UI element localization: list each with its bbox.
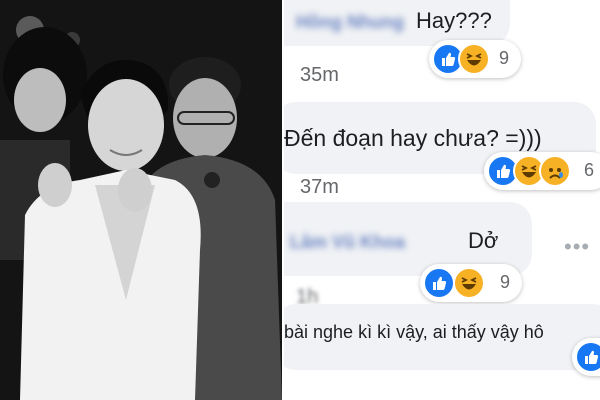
photo <box>0 0 282 400</box>
like-icon <box>575 341 600 373</box>
like-icon <box>423 267 455 299</box>
more-options-icon[interactable]: ••• <box>564 234 590 260</box>
photo-illustration <box>0 0 282 400</box>
comment-author[interactable]: Hồng Nhung <box>296 12 404 33</box>
reaction-count: 9 <box>499 48 510 68</box>
comment-text: Dở <box>468 228 499 253</box>
comment-text: Hay??? <box>416 8 492 33</box>
comment-text: Đến đoạn hay chưa? =))) <box>284 125 542 151</box>
comment-text: bài nghe kì kì vậy, ai thấy vậy hô <box>284 322 544 342</box>
haha-icon <box>458 43 490 75</box>
reaction-summary[interactable]: 6 <box>484 152 600 190</box>
comment-thread: Hồng Nhung Hay??? 35m 9 Đến đoạn hay chư… <box>284 0 600 400</box>
reaction-summary[interactable]: 9 <box>429 40 521 78</box>
comment-time: 35m <box>300 64 339 86</box>
haha-icon <box>453 267 485 299</box>
sad-icon <box>539 155 571 187</box>
comment-time: 37m <box>300 176 339 198</box>
comment-author[interactable]: Lâm Vũ Khoa <box>290 232 405 253</box>
reaction-summary[interactable]: 9 <box>420 264 522 302</box>
reaction-count: 9 <box>500 272 511 292</box>
reaction-count: 6 <box>584 160 595 180</box>
reaction-summary[interactable] <box>572 338 600 376</box>
